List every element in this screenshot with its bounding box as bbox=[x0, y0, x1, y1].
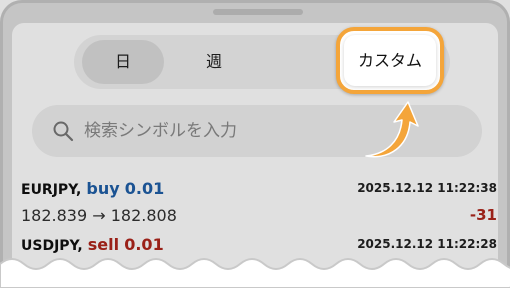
torn-edge bbox=[0, 258, 510, 288]
trade-prices: 182.839 → 182.808 bbox=[21, 206, 177, 225]
trade-symbol: EURJPY, bbox=[21, 182, 82, 198]
tab-week-label: 週 bbox=[205, 52, 222, 71]
phone-notch bbox=[213, 9, 303, 15]
search-icon bbox=[53, 121, 74, 142]
trade-side: buy bbox=[86, 179, 120, 198]
tab-custom[interactable]: カスタム bbox=[336, 27, 444, 94]
trade-timestamp: 2025.12.12 11:22:38 bbox=[357, 181, 497, 195]
trade-profit: -31 bbox=[469, 206, 497, 224]
tab-week[interactable]: 週 bbox=[174, 35, 254, 89]
search-placeholder: 検索シンボルを入力 bbox=[84, 121, 237, 141]
trade-timestamp: 2025.12.12 11:22:28 bbox=[357, 237, 497, 251]
trade-row[interactable]: EURJPY, buy 0.01 2025.12.12 11:22:38 182… bbox=[21, 179, 497, 225]
tab-day[interactable]: 日 bbox=[82, 35, 164, 89]
tab-day-label: 日 bbox=[114, 52, 131, 71]
pointer-arrow-icon bbox=[365, 101, 419, 158]
trade-lots: 0.01 bbox=[124, 179, 165, 198]
tab-custom-label: カスタム bbox=[344, 35, 436, 86]
